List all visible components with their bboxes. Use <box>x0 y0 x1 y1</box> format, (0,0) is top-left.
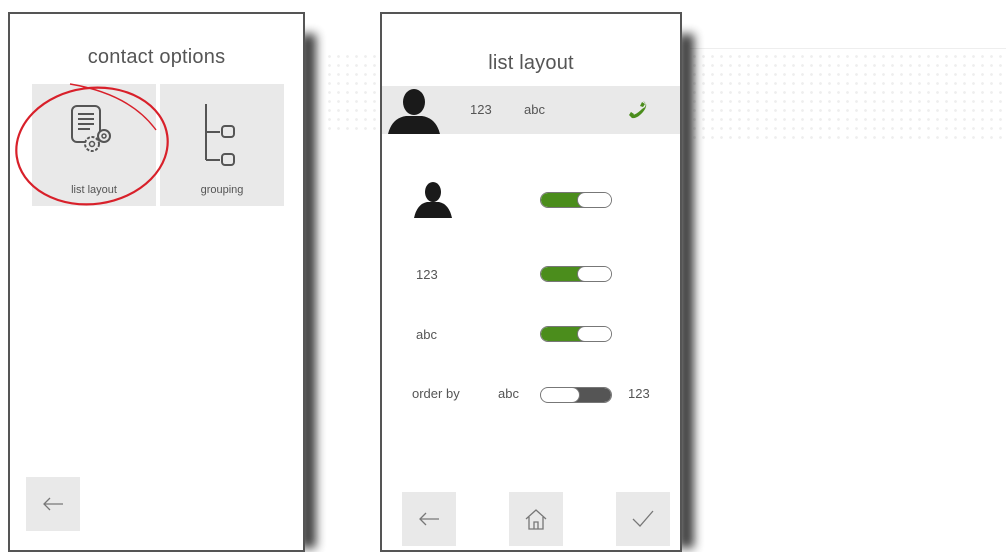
tile-label: list layout <box>71 184 117 196</box>
list-layout-tile[interactable]: list layout <box>32 84 156 206</box>
contact-options-screen: contact options list layout grouping <box>8 12 305 552</box>
order-by-toggle[interactable] <box>540 387 612 403</box>
background-pattern <box>690 52 1006 142</box>
arrow-left-icon <box>419 512 439 526</box>
tree-grouping-icon <box>205 104 235 166</box>
back-button[interactable] <box>402 492 456 546</box>
phone-icon <box>629 101 647 119</box>
checkmark-icon <box>632 510 654 527</box>
page-title: contact options <box>87 46 226 68</box>
show-number-toggle[interactable] <box>540 266 612 282</box>
home-icon <box>525 509 547 530</box>
background-line <box>690 48 1006 49</box>
arrow-left-icon <box>43 497 63 511</box>
confirm-button[interactable] <box>616 492 670 546</box>
order-by-left-label: abc <box>498 386 519 401</box>
order-by-right-label: 123 <box>628 386 650 401</box>
page-title: list layout <box>488 52 574 74</box>
back-button[interactable] <box>26 477 80 531</box>
grouping-tile[interactable]: grouping <box>160 84 284 206</box>
home-button[interactable] <box>509 492 563 546</box>
person-silhouette-icon <box>414 182 452 218</box>
contact-preview-row: 123 abc <box>382 86 680 134</box>
background-pattern <box>325 52 385 132</box>
show-avatar-toggle[interactable] <box>540 192 612 208</box>
option-number-label: 123 <box>416 267 438 282</box>
order-by-label: order by <box>412 386 460 401</box>
tile-label: grouping <box>200 184 244 196</box>
list-layout-screen: list layout 123 abc 123 abc order by abc… <box>380 12 682 552</box>
show-name-toggle[interactable] <box>540 326 612 342</box>
person-silhouette-icon <box>388 89 440 134</box>
option-name-label: abc <box>416 327 437 342</box>
preview-number: 123 <box>470 102 492 117</box>
document-gears-icon <box>71 105 111 152</box>
preview-name: abc <box>524 102 545 117</box>
